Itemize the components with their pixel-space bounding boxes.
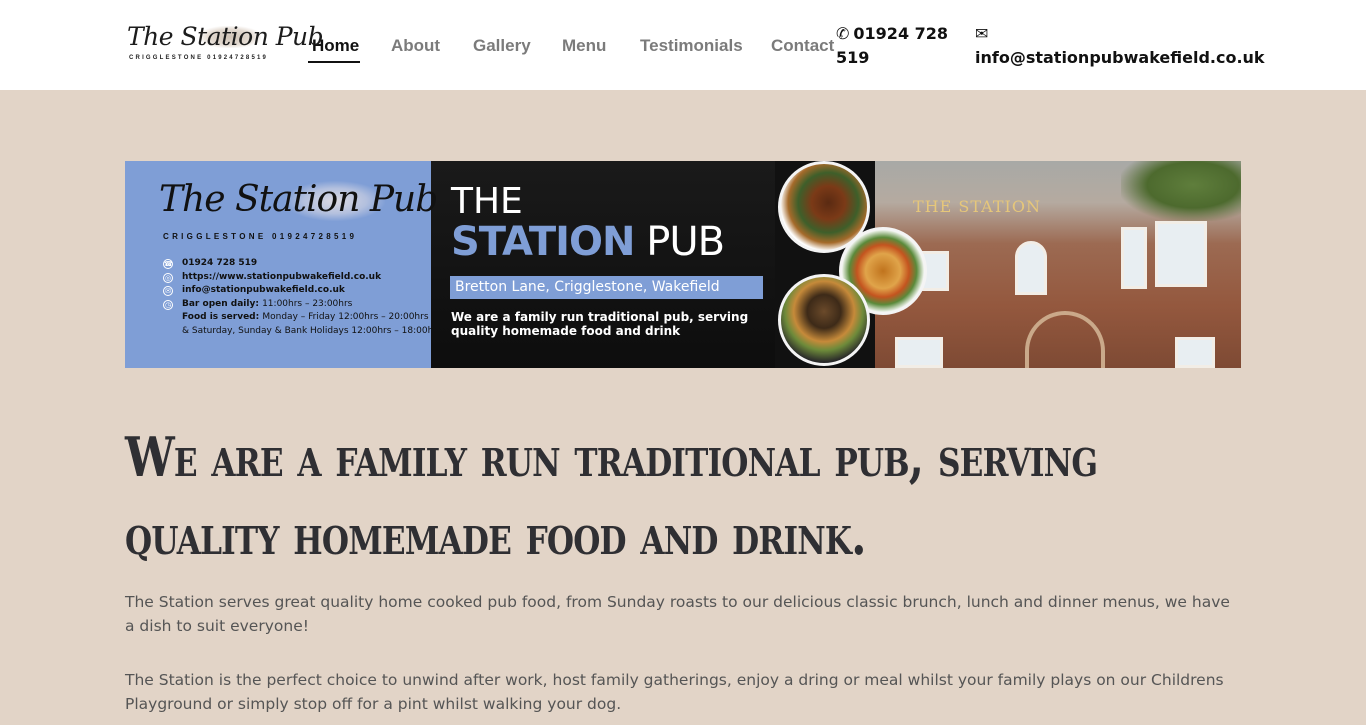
banner-logo-tagline: CRIGGLESTONE 01924728519 [163, 232, 358, 241]
nav-active-underline [308, 61, 360, 63]
clock-icon: ◷ [163, 299, 173, 310]
intro-paragraph: The Station serves great quality home co… [125, 593, 1230, 635]
food-hours-label: Food is served: [182, 312, 260, 322]
nav-gallery[interactable]: Gallery [473, 36, 531, 56]
building-window [895, 337, 943, 368]
envelope-icon: ✉ [163, 286, 173, 296]
globe-icon: ◎ [163, 272, 173, 283]
banner-title-panel: THE STATION PUB Bretton Lane, Crigglesto… [431, 161, 775, 368]
hero-banner: The Station Pub CRIGGLESTONE 01924728519… [125, 161, 1241, 368]
banner-address: Bretton Lane, Crigglestone, Wakefield [450, 276, 763, 299]
header-phone-link[interactable]: ✆ 01924 728 519 [836, 22, 956, 70]
building-window [1015, 241, 1047, 295]
banner-food-hours-row: Food is served: Monday – Friday 12:00hrs… [163, 311, 429, 325]
header-email-link[interactable]: ✉ info@stationpubwakefield.co.uk [975, 22, 1265, 70]
banner-bar-hours-row: ◷ Bar open daily: 11:00hrs – 23:00hrs [163, 298, 428, 312]
banner-email: info@stationpubwakefield.co.uk [182, 285, 345, 295]
phone-icon: ☎ [163, 259, 173, 269]
site-logo[interactable]: The Station Pub CRIGGLESTONE 01924728519 [127, 22, 324, 66]
banner-website-row: ◎ https://www.stationpubwakefield.co.uk [163, 271, 428, 285]
banner-phone: 01924 728 519 [182, 258, 258, 268]
nav-menu[interactable]: Menu [562, 36, 606, 56]
building-window [1121, 227, 1147, 289]
food-hours-weekend: & Saturday, Sunday & Bank Holidays 12:00… [182, 325, 442, 336]
banner-info-panel: The Station Pub CRIGGLESTONE 01924728519… [125, 161, 442, 368]
building-window [1175, 337, 1215, 368]
banner-title-pub: PUB [634, 219, 725, 265]
food-hours-value: Monday – Friday 12:00hrs – 20:00hrs [262, 312, 429, 322]
secondary-paragraph: The Station is the perfect choice to unw… [125, 671, 1224, 713]
building-arch [1025, 311, 1105, 368]
burger-plate-image [778, 274, 870, 366]
banner-info-list: ☎ 01924 728 519 ◎ https://www.stationpubwa… [163, 257, 442, 338]
banner-building-photo: THE STATION [875, 161, 1241, 368]
logo-script-text: The Station Pub [127, 22, 324, 51]
bar-hours-value: 11:00hrs – 23:00hrs [262, 298, 353, 309]
banner-website: https://www.stationpubwakefield.co.uk [182, 271, 382, 282]
nav-testimonials[interactable]: Testimonials [640, 36, 743, 56]
banner-title-the: THE [451, 181, 523, 222]
site-header: The Station Pub CRIGGLESTONE 01924728519… [0, 0, 1366, 90]
tree-foliage [1121, 161, 1241, 221]
banner-phone-row: ☎ 01924 728 519 [163, 257, 428, 271]
page-headline: We are a family run traditional pub, ser… [125, 425, 1098, 567]
nav-contact[interactable]: Contact [771, 36, 834, 56]
banner-tagline: We are a family run traditional pub, ser… [451, 310, 749, 338]
envelope-icon: ✉ [975, 24, 989, 43]
phone-icon: ✆ [836, 24, 850, 43]
building-window [1155, 221, 1207, 287]
bar-hours-label: Bar open daily: [182, 298, 259, 309]
banner-title-station: STATION [451, 219, 635, 265]
banner-logo-script: The Station Pub [159, 179, 438, 220]
header-email-text: info@stationpubwakefield.co.uk [975, 48, 1265, 67]
header-phone-text: 01924 728 519 [836, 24, 949, 67]
banner-title-main: STATION PUB [451, 219, 725, 265]
building-sign: THE STATION [913, 197, 1041, 216]
banner-email-row: ✉ info@stationpubwakefield.co.uk [163, 284, 428, 298]
logo-tagline: CRIGGLESTONE 01924728519 [129, 55, 269, 61]
nav-about[interactable]: About [391, 36, 440, 56]
